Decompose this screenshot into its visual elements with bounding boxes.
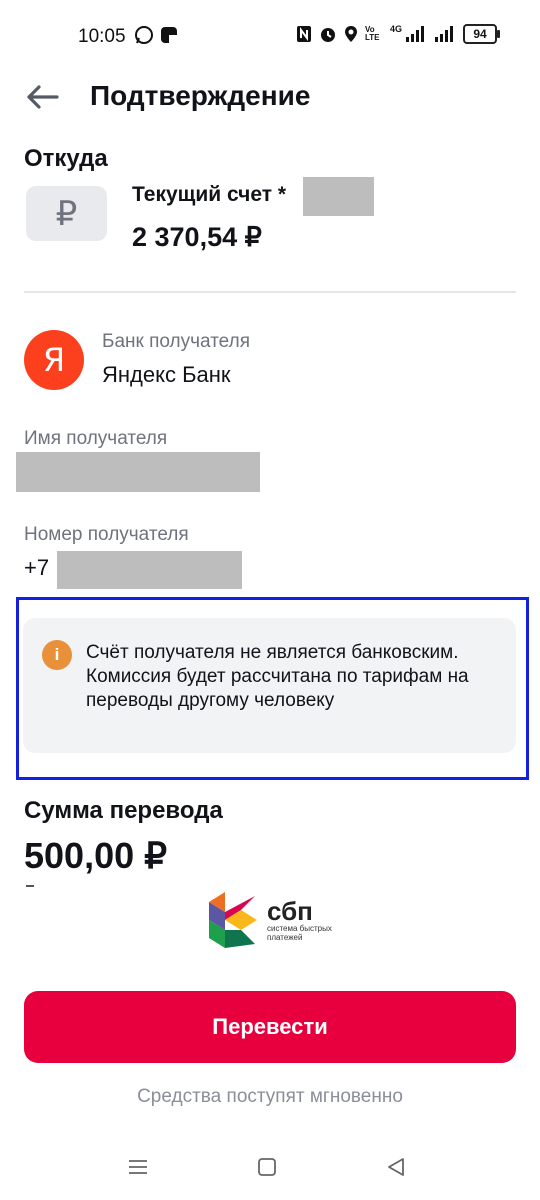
from-section-title: Откуда <box>24 145 108 172</box>
location-icon <box>345 26 357 42</box>
notice-text: Счёт получателя не является банковским. … <box>86 642 469 711</box>
yandex-bank-logo: Я <box>24 330 84 390</box>
amount-section-title: Сумма перевода <box>24 797 223 824</box>
instant-transfer-note: Средства поступят мгновенно <box>137 1086 403 1107</box>
phone-prefix: +7 <box>24 555 50 580</box>
recipient-name-redacted <box>16 452 260 492</box>
sbp-emblem-icon <box>209 892 257 948</box>
status-time: 10:05 <box>78 26 126 47</box>
menu-lines-icon <box>129 1160 147 1174</box>
account-name: Текущий счет * <box>132 183 287 206</box>
bank-label: Банк получателя <box>102 331 250 352</box>
sbp-logo: сбп система быстрых платежей <box>207 888 347 952</box>
sbp-subtitle-2: платежей <box>267 933 303 942</box>
account-balance: 2 370,54 ₽ <box>132 222 262 252</box>
recipient-phone-label: Номер получателя <box>24 524 189 545</box>
bank-name: Яндекс Банк <box>102 362 231 387</box>
info-icon: i <box>42 640 72 670</box>
status-left-icons <box>134 25 178 45</box>
divider <box>24 291 516 293</box>
transfer-amount: 500,00 ₽ <box>24 835 168 876</box>
signal-icon <box>406 26 425 42</box>
arrow-left-icon <box>27 85 59 109</box>
home-button[interactable] <box>252 1154 282 1180</box>
sbp-subtitle-1: система быстрых <box>267 924 332 933</box>
app-notification-icon <box>161 27 177 43</box>
signal-icon-2 <box>435 26 454 42</box>
recipient-name-label: Имя получателя <box>24 428 168 449</box>
alarm-icon <box>321 28 335 42</box>
page-title: Подтверждение <box>90 80 311 111</box>
back-button[interactable] <box>22 80 62 114</box>
battery-icon: 94 <box>463 24 501 44</box>
recent-apps-button[interactable] <box>123 1154 153 1180</box>
volte-label: Vo LTE <box>365 25 380 42</box>
account-number-redacted <box>303 177 374 216</box>
ruble-icon: ₽ <box>55 194 78 233</box>
square-home-icon <box>258 1158 276 1176</box>
transfer-button[interactable]: Перевести <box>24 991 516 1063</box>
whatsapp-icon <box>135 26 153 44</box>
amount-underline <box>26 885 34 887</box>
triangle-back-icon <box>388 1158 404 1176</box>
network-label: 4G <box>390 24 403 34</box>
sbp-text-block: сбп система быстрых платежей <box>267 898 332 942</box>
status-right-icons: Vo LTE 4G 94 <box>296 24 501 44</box>
sbp-word: сбп <box>267 896 313 926</box>
account-currency-tile: ₽ <box>26 186 107 241</box>
system-back-button[interactable] <box>381 1154 411 1180</box>
nfc-icon <box>297 26 311 42</box>
recipient-phone-redacted <box>57 551 242 589</box>
